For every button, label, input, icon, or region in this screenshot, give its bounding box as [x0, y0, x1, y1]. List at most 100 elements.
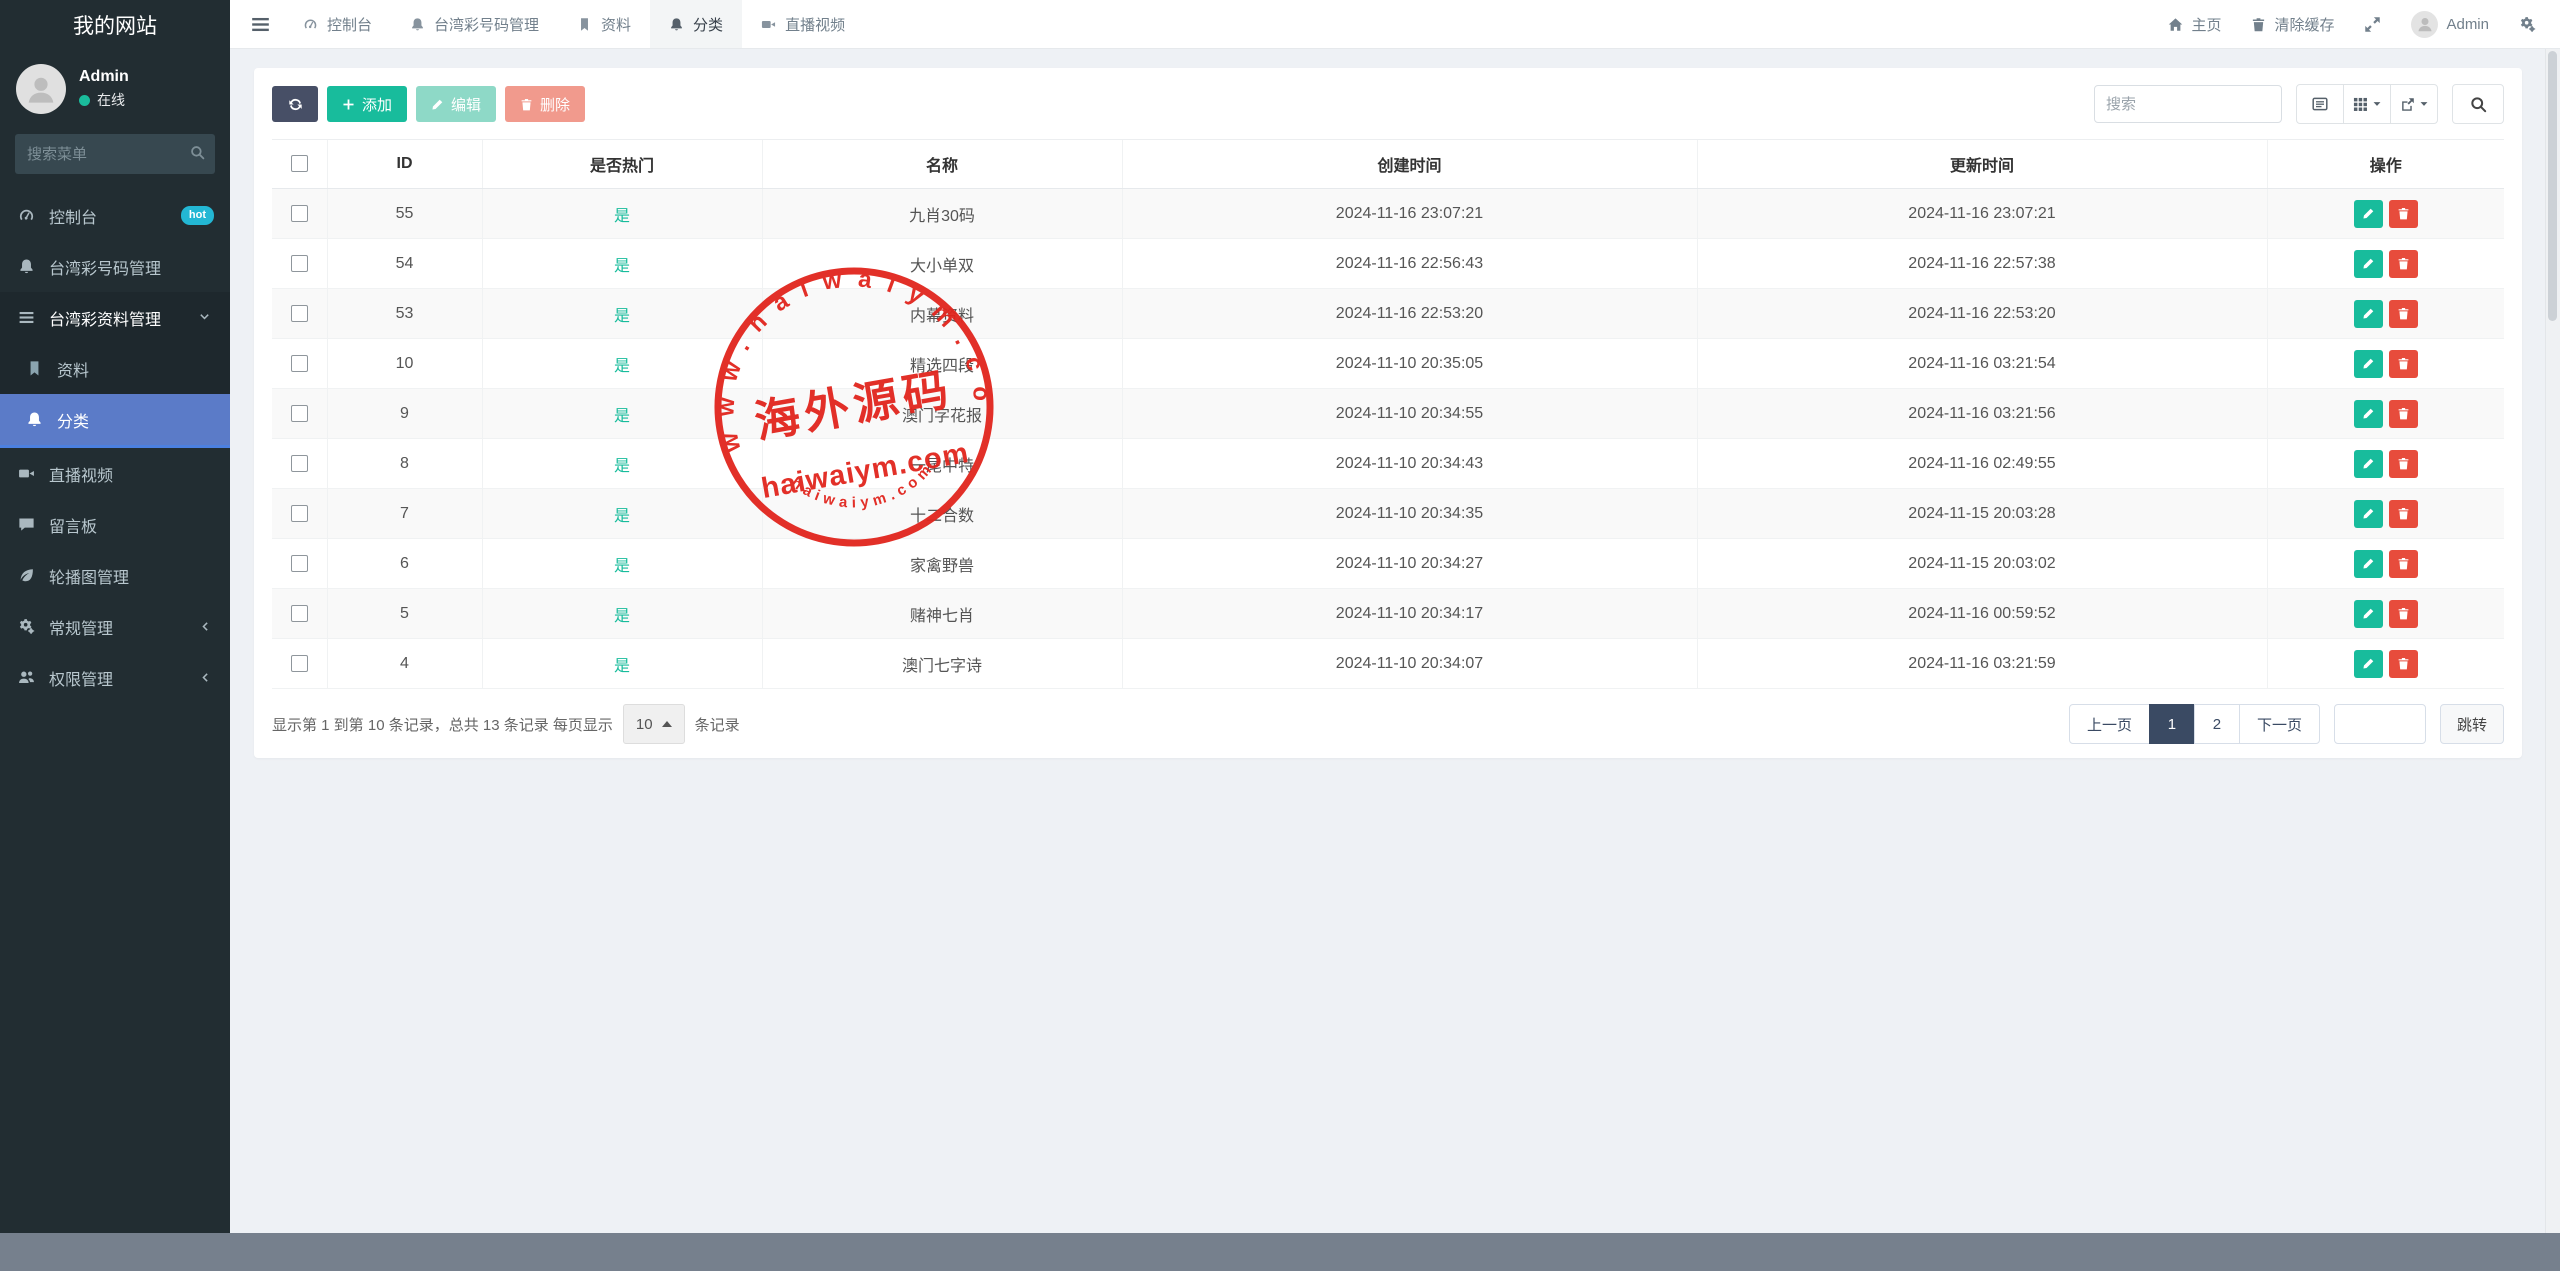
tab-live-video[interactable]: 直播视频: [742, 0, 864, 48]
trash-icon: [2397, 357, 2410, 370]
clear-cache-label: 清除缓存: [2274, 14, 2334, 35]
sidebar-menu: 控制台hot台湾彩号码管理台湾彩资料管理资料分类直播视频留言板轮播图管理常规管理…: [0, 190, 230, 703]
column-header-id[interactable]: ID: [327, 140, 482, 189]
add-button[interactable]: 添加: [327, 86, 407, 122]
sidebar-item-dashboard[interactable]: 控制台hot: [0, 190, 230, 241]
edit-row-button[interactable]: [2354, 400, 2383, 428]
row-checkbox[interactable]: [291, 205, 308, 222]
pagination-prev-button[interactable]: 上一页: [2069, 704, 2150, 744]
clear-cache-link[interactable]: 清除缓存: [2251, 14, 2334, 35]
select-all-checkbox[interactable]: [291, 155, 308, 172]
delete-button[interactable]: 删除: [505, 86, 585, 122]
refresh-button[interactable]: [272, 86, 318, 122]
tab-category[interactable]: 分类: [650, 0, 742, 48]
pagination-jump-button[interactable]: 跳转: [2440, 704, 2504, 744]
edit-row-button[interactable]: [2354, 300, 2383, 328]
scrollbar-thumb[interactable]: [2548, 51, 2557, 321]
row-checkbox[interactable]: [291, 455, 308, 472]
edit-row-button[interactable]: [2354, 500, 2383, 528]
pagination-page-2[interactable]: 2: [2194, 704, 2240, 744]
edit-row-button[interactable]: [2354, 200, 2383, 228]
sidebar-item-lottery-data[interactable]: 台湾彩资料管理: [0, 292, 230, 343]
sidebar-menu-search: [15, 134, 215, 174]
sidebar-item-label: 分类: [57, 408, 89, 432]
page-size-select[interactable]: 10: [623, 704, 685, 744]
hamburger-menu-icon[interactable]: [236, 0, 284, 48]
pencil-icon: [2362, 507, 2375, 520]
row-id: 8: [327, 439, 482, 489]
table-row: 4是澳门七字诗2024-11-10 20:34:072024-11-16 03:…: [272, 639, 2504, 689]
tab-label: 台湾彩号码管理: [434, 14, 539, 35]
home-link[interactable]: 主页: [2168, 14, 2221, 35]
trash-icon: [2397, 207, 2410, 220]
row-actions: [2267, 489, 2504, 539]
trash-icon: [520, 98, 533, 111]
sidebar-item-carousel[interactable]: 轮播图管理: [0, 550, 230, 601]
delete-row-button[interactable]: [2389, 200, 2418, 228]
delete-row-button[interactable]: [2389, 600, 2418, 628]
row-checkbox[interactable]: [291, 605, 308, 622]
sidebar-item-general-settings[interactable]: 常规管理: [0, 601, 230, 652]
column-header-name[interactable]: 名称: [762, 140, 1122, 189]
edit-row-button[interactable]: [2354, 350, 2383, 378]
record-summary-prefix: 显示第 1 到第 10 条记录，总共 13 条记录 每页显示: [272, 714, 613, 735]
table-search-input[interactable]: [2094, 85, 2282, 123]
caret-up-icon: [662, 721, 672, 727]
edit-row-button[interactable]: [2354, 450, 2383, 478]
sidebar-item-lottery-numbers[interactable]: 台湾彩号码管理: [0, 241, 230, 292]
edit-button[interactable]: 编辑: [416, 86, 496, 122]
delete-row-button[interactable]: [2389, 450, 2418, 478]
menu-search-input[interactable]: [15, 134, 215, 174]
tab-lottery-numbers[interactable]: 台湾彩号码管理: [391, 0, 558, 48]
row-actions: [2267, 639, 2504, 689]
delete-row-button[interactable]: [2389, 650, 2418, 678]
delete-row-button[interactable]: [2389, 550, 2418, 578]
tab-data[interactable]: 资料: [558, 0, 650, 48]
trash-icon: [2397, 607, 2410, 620]
pagination-jump-input[interactable]: [2334, 704, 2426, 744]
table-header-row: ID 是否热门 名称 创建时间 更新时间 操作: [272, 140, 2504, 189]
tab-label: 直播视频: [785, 14, 845, 35]
delete-row-button[interactable]: [2389, 300, 2418, 328]
video-icon: [16, 465, 36, 482]
delete-button-label: 删除: [540, 94, 570, 115]
row-checkbox[interactable]: [291, 655, 308, 672]
row-checkbox[interactable]: [291, 305, 308, 322]
export-button[interactable]: [2390, 84, 2438, 124]
sidebar-item-data[interactable]: 资料: [0, 343, 230, 394]
tab-dashboard[interactable]: 控制台: [284, 0, 391, 48]
row-checkbox[interactable]: [291, 555, 308, 572]
edit-row-button[interactable]: [2354, 650, 2383, 678]
columns-button[interactable]: [2343, 84, 2391, 124]
delete-row-button[interactable]: [2389, 250, 2418, 278]
user-menu[interactable]: Admin: [2411, 11, 2489, 38]
fullscreen-icon[interactable]: [2364, 16, 2381, 33]
pagination-next-button[interactable]: 下一页: [2239, 704, 2320, 744]
sidebar-item-category[interactable]: 分类: [0, 394, 230, 448]
edit-row-button[interactable]: [2354, 550, 2383, 578]
search-submit-button[interactable]: [2452, 84, 2504, 124]
row-checkbox[interactable]: [291, 505, 308, 522]
column-header-hot[interactable]: 是否热门: [482, 140, 762, 189]
column-header-updated[interactable]: 更新时间: [1697, 140, 2267, 189]
vertical-scrollbar[interactable]: [2545, 48, 2560, 1233]
chevron-down-icon: [194, 311, 214, 324]
row-checkbox[interactable]: [291, 355, 308, 372]
gear-icon[interactable]: [2519, 16, 2536, 33]
delete-row-button[interactable]: [2389, 400, 2418, 428]
table-row: 7是十二合数2024-11-10 20:34:352024-11-15 20:0…: [272, 489, 2504, 539]
delete-row-button[interactable]: [2389, 350, 2418, 378]
column-header-created[interactable]: 创建时间: [1122, 140, 1697, 189]
edit-row-button[interactable]: [2354, 250, 2383, 278]
sidebar-item-permissions[interactable]: 权限管理: [0, 652, 230, 703]
edit-row-button[interactable]: [2354, 600, 2383, 628]
row-checkbox[interactable]: [291, 255, 308, 272]
row-checkbox[interactable]: [291, 405, 308, 422]
delete-row-button[interactable]: [2389, 500, 2418, 528]
sidebar-item-message-board[interactable]: 留言板: [0, 499, 230, 550]
pagination-page-1[interactable]: 1: [2149, 704, 2195, 744]
content: 添加 编辑 删除: [230, 48, 2546, 1233]
row-name: 一尾中特: [762, 439, 1122, 489]
detail-view-button[interactable]: [2296, 84, 2344, 124]
sidebar-item-live-video[interactable]: 直播视频: [0, 448, 230, 499]
